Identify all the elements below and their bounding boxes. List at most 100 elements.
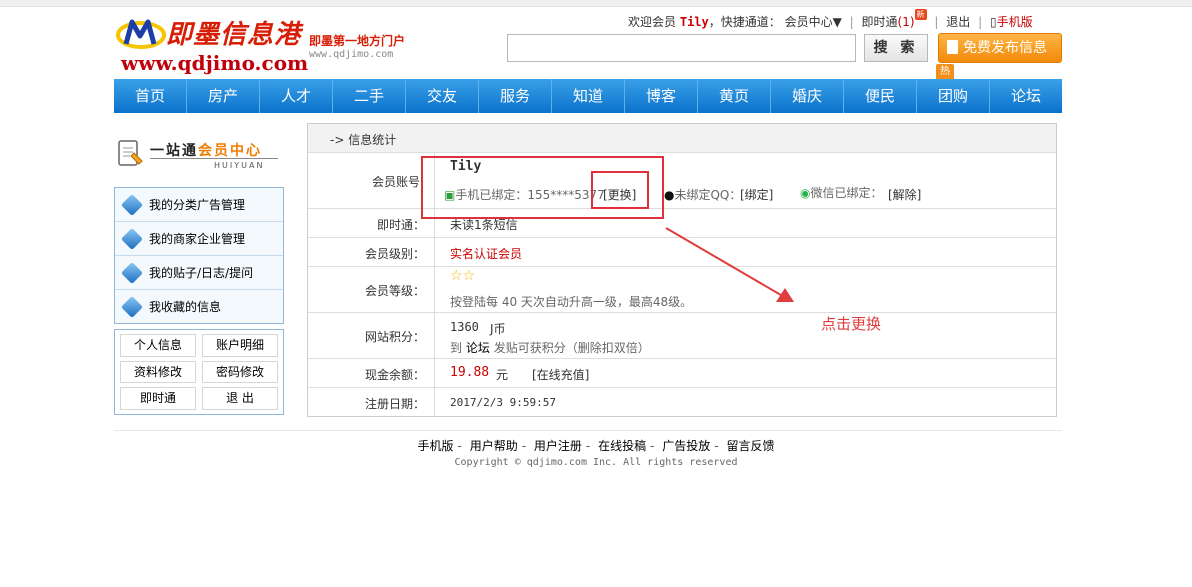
member-center-title-b: 会员中心 — [198, 143, 262, 159]
welcome-prefix: 欢迎会员 — [628, 15, 677, 29]
sidebar-item-label: 我的贴子/日志/提问 — [149, 266, 254, 280]
search-input[interactable] — [507, 34, 856, 62]
instant-link[interactable]: 即时通 — [862, 15, 898, 29]
welcome-suffix: ，快捷通道： — [708, 15, 781, 29]
nav-item-house[interactable]: 房产 — [187, 79, 260, 113]
wechat-binding: ◉微信已绑定： — [800, 184, 883, 201]
dash: - — [457, 439, 462, 453]
row-divider — [308, 387, 1056, 388]
footer-link-help[interactable]: 用户帮助 — [470, 439, 518, 453]
member-level-label: 会员级别： — [364, 247, 425, 261]
separator: | — [934, 15, 939, 29]
nav-item-forum[interactable]: 论坛 — [990, 79, 1062, 113]
nav-item-dating[interactable]: 交友 — [406, 79, 479, 113]
nav-item-jobs[interactable]: 人才 — [260, 79, 333, 113]
recharge-link[interactable]: [在线充值] — [532, 366, 589, 383]
cube-icon — [120, 295, 144, 318]
logout-link[interactable]: 退出 — [946, 15, 970, 29]
post-button-label: 免费发布信息 — [963, 40, 1047, 56]
nav-item-qa[interactable]: 知道 — [552, 79, 625, 113]
search-button[interactable]: 搜 索 — [864, 34, 928, 62]
cube-icon — [120, 261, 144, 284]
qq-binding: ●未绑定QQ： — [664, 186, 741, 203]
points-note-a: 到 — [450, 341, 463, 355]
reg-date-label: 注册日期： — [364, 397, 425, 411]
nav-item-wedding[interactable]: 婚庆 — [771, 79, 844, 113]
dash: - — [521, 439, 527, 453]
link-change-password[interactable]: 密码修改 — [202, 360, 278, 384]
nav-item-services[interactable]: 服务 — [479, 79, 552, 113]
main-nav: 首页 房产 人才 二手 交友 服务 知道 博客 黄页 婚庆 便民 团购 论坛 — [114, 79, 1062, 113]
phone-icon: ▯ — [989, 15, 997, 29]
sidebar-item-classified-ads[interactable]: 我的分类广告管理 — [115, 188, 283, 222]
wechat-unbind-link[interactable]: [解除] — [888, 186, 921, 203]
slogan-url: www.qdjimo.com — [309, 49, 394, 60]
instant-label: 即时通： — [376, 218, 425, 232]
copyright: Copyright © qdjimo.com Inc. All rights r… — [454, 457, 738, 468]
row-divider — [308, 312, 1056, 313]
top-user-bar: 欢迎会员 Tily，快捷通道： 会员中心▼ | 即时通(1)新 | 退出 | ▯… — [628, 9, 1033, 30]
slogan: 即墨第一地方门户 — [309, 34, 406, 48]
link-instant[interactable]: 即时通 — [120, 387, 196, 410]
link-profile[interactable]: 个人信息 — [120, 334, 196, 357]
footer-link-register[interactable]: 用户注册 — [534, 439, 582, 453]
quick-links: 个人信息 账户明细 资料修改 密码修改 即时通 退 出 — [114, 329, 284, 415]
nav-item-convenience[interactable]: 便民 — [844, 79, 917, 113]
link-account-details[interactable]: 账户明细 — [202, 334, 278, 357]
sidebar-item-business[interactable]: 我的商家企业管理 — [115, 222, 283, 256]
nav-item-groupbuy[interactable]: 团购 — [917, 79, 990, 113]
panel-title: -> 信息统计 — [330, 133, 397, 147]
logo-url[interactable]: www.qdjimo.com — [121, 51, 308, 75]
hot-badge: 热 — [936, 64, 954, 80]
qq-bind-link[interactable]: [绑定] — [740, 186, 773, 203]
divider — [150, 158, 278, 159]
mobile-link[interactable]: 手机版 — [997, 15, 1033, 29]
dash: - — [585, 439, 591, 453]
dash: - — [650, 439, 655, 453]
cube-icon — [120, 227, 144, 250]
points-value: 1360 — [450, 320, 479, 334]
account-label: 会员账号 — [371, 175, 420, 189]
footer-link-ads[interactable]: 广告投放 — [662, 439, 710, 453]
grade-note: 按登陆每 40 天次自动升高一级，最高48级。 — [450, 295, 693, 309]
row-divider — [308, 358, 1056, 359]
qq-binding-text: 未绑定QQ： — [674, 188, 742, 202]
sidebar-item-favorites[interactable]: 我收藏的信息 — [115, 290, 283, 323]
member-center-dropdown[interactable]: 会员中心▼ — [785, 15, 842, 29]
logo-m-icon[interactable] — [116, 14, 168, 54]
wechat-icon: ◉ — [800, 186, 811, 200]
link-logout[interactable]: 退 出 — [202, 387, 278, 410]
footer-divider — [114, 430, 1062, 431]
grade-stars-icon: ☆☆ — [450, 268, 476, 284]
points-note-b: 发贴可获积分（删除扣双倍） — [493, 341, 650, 355]
footer-link-feedback[interactable]: 留言反馈 — [726, 439, 774, 453]
footer-link-mobile[interactable]: 手机版 — [418, 439, 454, 453]
dash: - — [714, 439, 719, 453]
cube-icon — [120, 193, 144, 216]
member-grade-label: 会员等级： — [364, 284, 425, 298]
link-edit-profile[interactable]: 资料修改 — [120, 360, 196, 384]
logo-text[interactable]: 即墨信息港 — [166, 14, 301, 51]
sidebar-menu: 我的分类广告管理 我的商家企业管理 我的贴子/日志/提问 我收藏的信息 — [114, 187, 284, 324]
footer-link-submit[interactable]: 在线投稿 — [598, 439, 646, 453]
highlight-box-inner — [591, 171, 649, 209]
nav-item-home[interactable]: 首页 — [114, 79, 187, 113]
points-label: 网站积分： — [364, 330, 425, 344]
nav-item-blog[interactable]: 博客 — [625, 79, 698, 113]
member-center-icon — [118, 140, 143, 166]
annotation-arrow-icon — [665, 227, 794, 302]
separator: | — [849, 15, 854, 29]
nav-item-secondhand[interactable]: 二手 — [333, 79, 406, 113]
post-free-info-button[interactable]: 免费发布信息 — [938, 33, 1062, 63]
points-unit: J币 — [490, 322, 506, 336]
sidebar-item-label: 我的分类广告管理 — [149, 198, 246, 212]
instant-count[interactable]: (1) — [898, 15, 915, 29]
forum-link[interactable]: 论坛 — [466, 341, 490, 355]
separator: | — [978, 15, 983, 29]
cash-unit: 元 — [496, 368, 509, 382]
member-center-title-a: 一站通 — [150, 143, 198, 159]
panel-header — [308, 124, 1056, 153]
sidebar-item-posts[interactable]: 我的贴子/日志/提问 — [115, 256, 283, 290]
nav-item-yellowpages[interactable]: 黄页 — [698, 79, 771, 113]
cash-label: 现金余额： — [364, 368, 425, 382]
